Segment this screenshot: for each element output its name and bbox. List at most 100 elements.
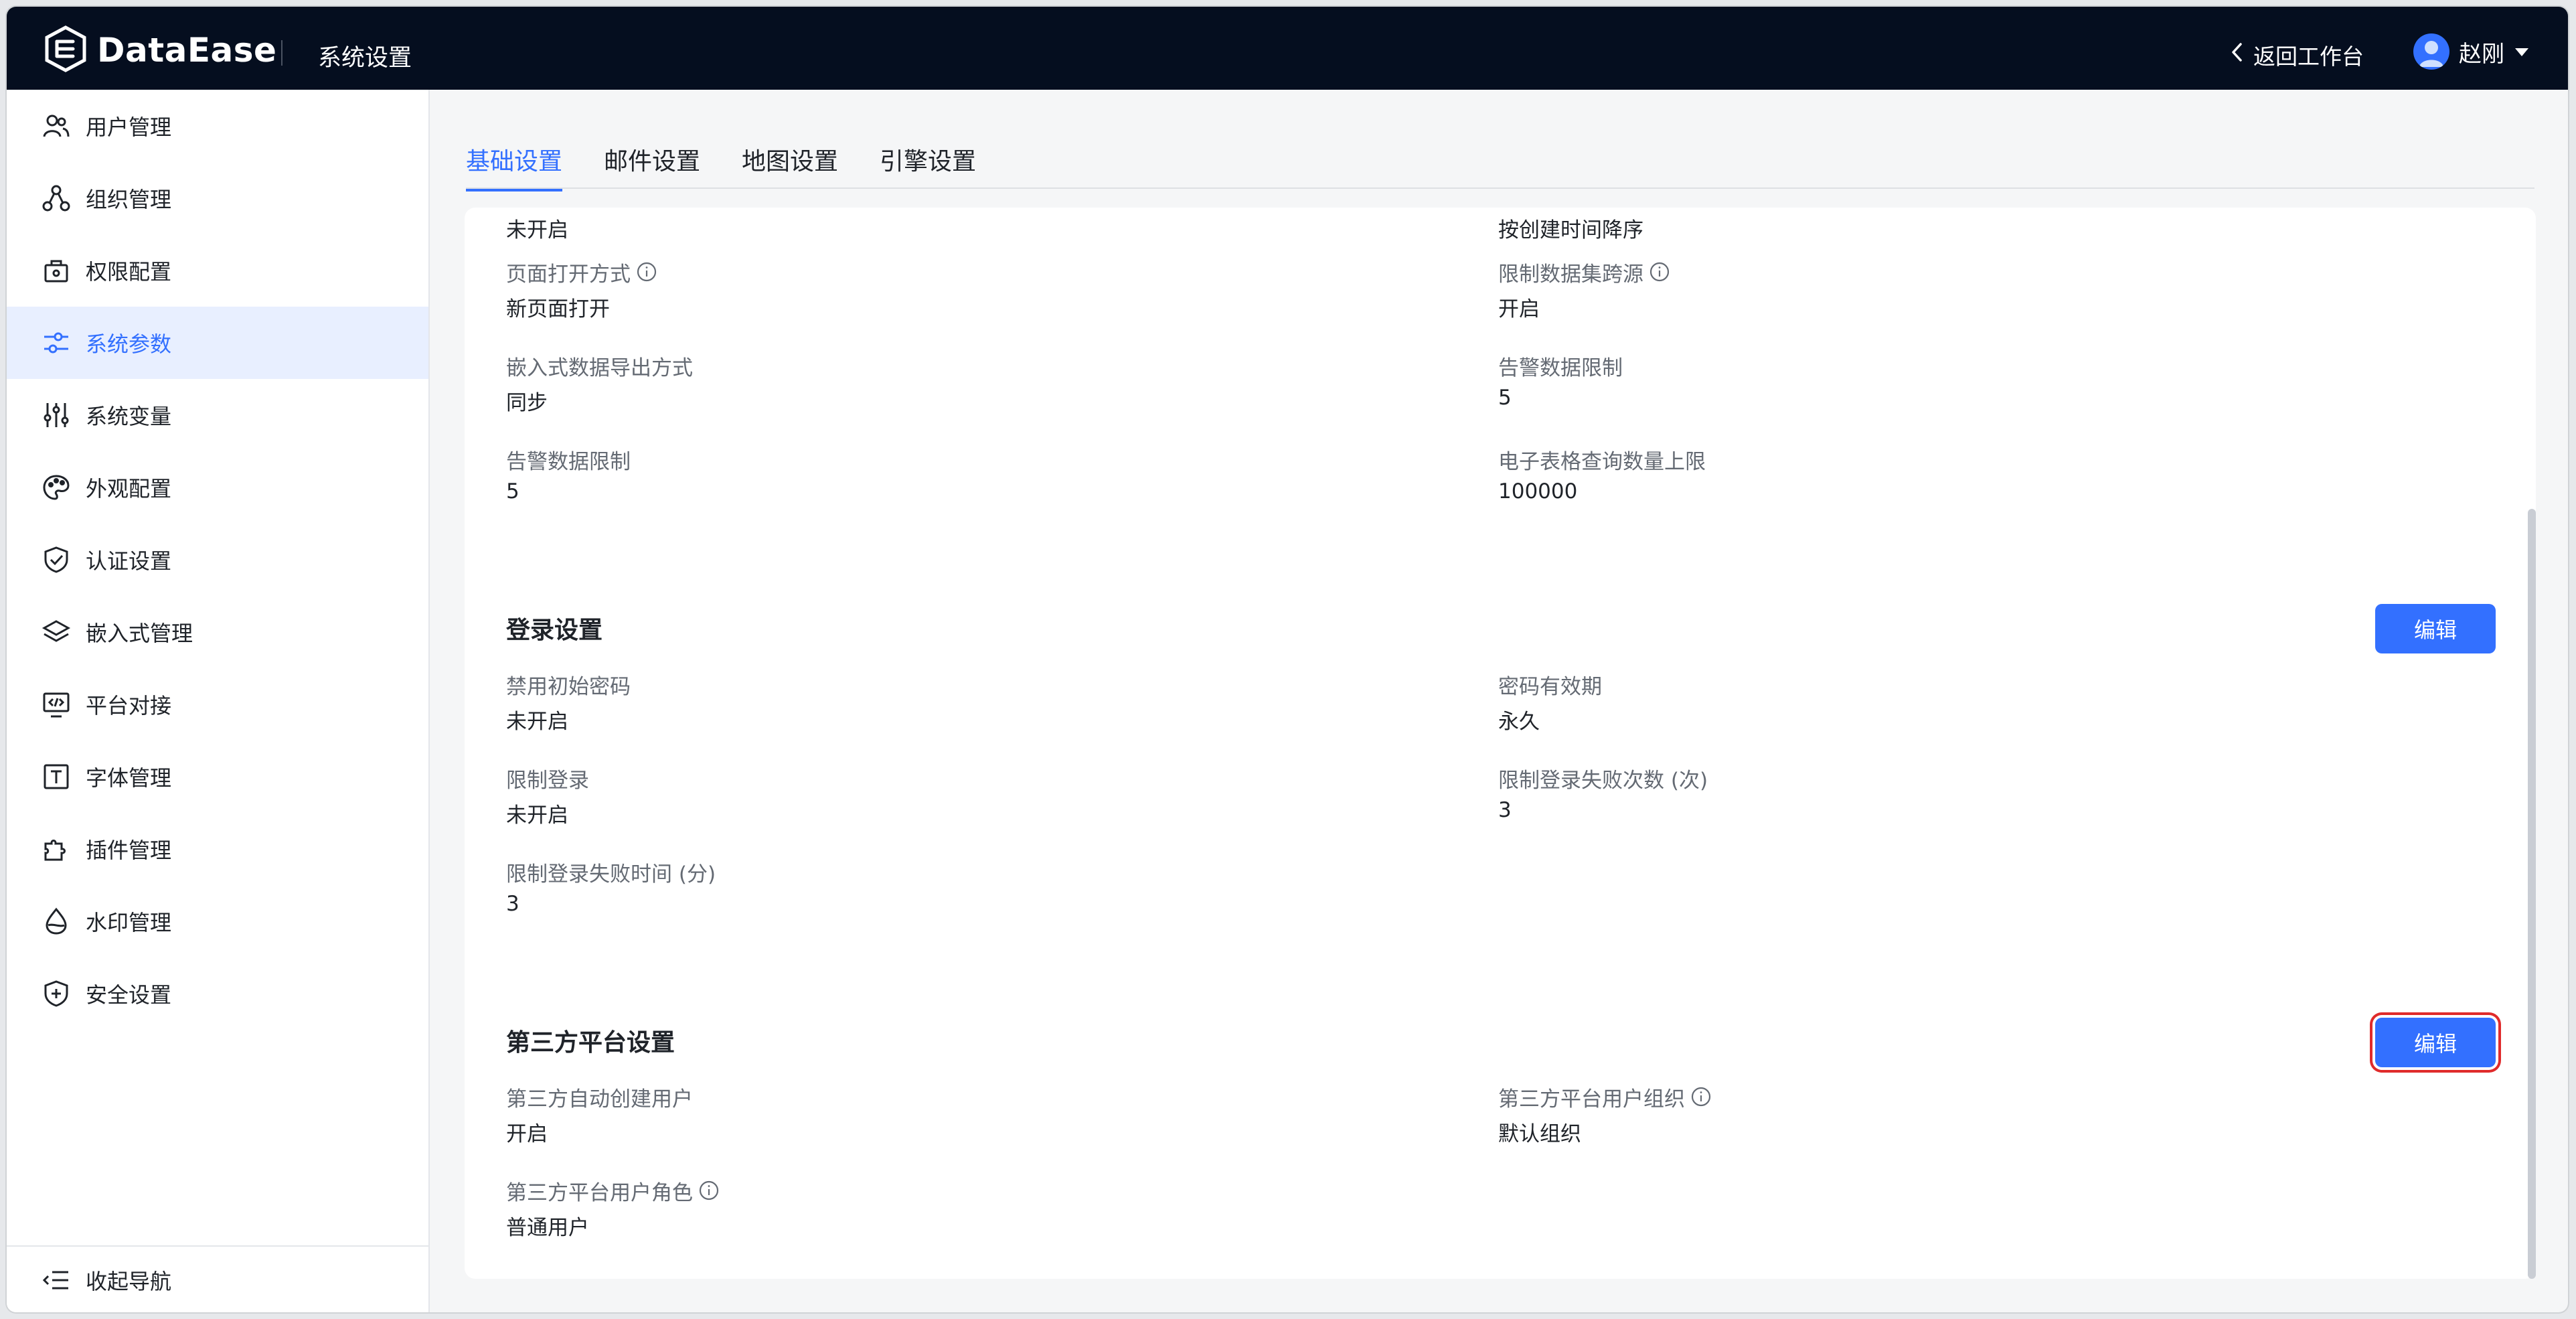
- sidebar-item-plugins[interactable]: 插件管理: [7, 813, 428, 885]
- info-icon[interactable]: [698, 1180, 720, 1201]
- tab-basic[interactable]: 基础设置: [466, 141, 563, 191]
- field-value: 3: [506, 892, 519, 916]
- field-limit-login: 限制登录 未开启: [506, 763, 589, 828]
- tabs-underline: [466, 187, 2534, 189]
- back-to-workbench-link[interactable]: 返回工作台: [2229, 39, 2364, 71]
- field-value: 5: [506, 479, 519, 503]
- sidebar-item-label: 水印管理: [86, 910, 172, 935]
- info-icon[interactable]: [636, 261, 657, 283]
- sidebar-item-permission[interactable]: 权限配置: [7, 234, 428, 307]
- collapse-nav-button[interactable]: 收起导航: [7, 1245, 428, 1312]
- sidebar-item-embedded[interactable]: 嵌入式管理: [7, 596, 428, 668]
- code-monitor-icon: [42, 690, 71, 719]
- user-name: 赵刚: [2459, 40, 2504, 68]
- sliders-icon: [42, 328, 71, 358]
- field-value: 未开启: [506, 710, 568, 734]
- sidebar-item-label: 外观配置: [86, 476, 172, 501]
- field-label: 禁用初始密码: [506, 674, 631, 699]
- sidebar-item-label: 认证设置: [86, 548, 172, 574]
- user-menu[interactable]: 赵刚: [2413, 33, 2530, 70]
- tab-map[interactable]: 地图设置: [742, 141, 838, 191]
- sidebar-item-watermark[interactable]: 水印管理: [7, 885, 428, 957]
- login-settings-title: 登录设置: [506, 617, 603, 644]
- brand-name: DataEase: [97, 31, 277, 70]
- field-label: 密码有效期: [1498, 674, 1602, 699]
- field-value: 同步: [506, 391, 548, 415]
- field-password-validity: 密码有效期 永久: [1498, 670, 1602, 734]
- field-value: 新页面打开: [506, 297, 610, 321]
- field-row0-right: 按创建时间降序: [1498, 208, 1643, 242]
- sidebar-item-label: 组织管理: [86, 187, 172, 212]
- sidebar-item-system-params[interactable]: 系统参数: [7, 307, 428, 379]
- tab-email[interactable]: 邮件设置: [604, 141, 700, 191]
- settings-card: 未开启 按创建时间降序 页面打开方式 新页面打开 限制数据集跨源 开启 嵌入式数…: [465, 208, 2536, 1279]
- collapse-menu-icon: [42, 1265, 71, 1295]
- permission-lock-icon: [42, 256, 71, 285]
- field-label: 页面打开方式: [506, 257, 657, 287]
- sidebar-item-auth[interactable]: 认证设置: [7, 524, 428, 596]
- sidebar-item-label: 权限配置: [86, 259, 172, 285]
- field-label: 嵌入式数据导出方式: [506, 356, 693, 380]
- third-party-edit-button[interactable]: 编辑: [2375, 1018, 2496, 1067]
- sidebar-item-label: 系统参数: [86, 331, 172, 357]
- sidebar-item-system-vars[interactable]: 系统变量: [7, 379, 428, 451]
- field-label: 第三方平台用户角色: [506, 1176, 720, 1205]
- field-label: 限制登录失败时间 (分): [506, 862, 716, 886]
- tab-engine[interactable]: 引擎设置: [880, 141, 976, 191]
- field-label: 限制登录: [506, 768, 589, 793]
- puzzle-icon: [42, 834, 71, 864]
- field-third-party-user-org: 第三方平台用户组织 默认组织: [1498, 1082, 1712, 1146]
- settings-tabs: 基础设置 邮件设置 地图设置 引擎设置: [466, 141, 976, 191]
- top-bar: DataEase 系统设置 返回工作台 赵刚: [7, 7, 2568, 90]
- sidebar-item-security[interactable]: 安全设置: [7, 957, 428, 1030]
- field-value: 5: [1498, 386, 1512, 410]
- sidebar-item-appearance[interactable]: 外观配置: [7, 451, 428, 524]
- users-icon: [42, 111, 71, 141]
- shield-plus-icon: [42, 979, 71, 1008]
- field-value: 开启: [1498, 297, 1540, 321]
- sidebar-item-label: 字体管理: [86, 765, 172, 791]
- field-label: 第三方自动创建用户: [506, 1087, 693, 1111]
- login-edit-button[interactable]: 编辑: [2375, 604, 2496, 653]
- field-label: 告警数据限制: [1498, 356, 1623, 380]
- sidebar-item-label: 平台对接: [86, 693, 172, 718]
- field-sheet-query-limit: 电子表格查询数量上限 100000: [1498, 445, 1706, 509]
- variables-icon: [42, 400, 71, 430]
- field-alert-limit-left: 告警数据限制 5: [506, 445, 631, 509]
- info-icon[interactable]: [1690, 1086, 1712, 1107]
- sidebar-item-fonts[interactable]: 字体管理: [7, 741, 428, 813]
- field-login-fail-count: 限制登录失败次数 (次) 3: [1498, 763, 1708, 828]
- sidebar-item-users[interactable]: 用户管理: [7, 90, 428, 162]
- field-value: 3: [1498, 798, 1512, 822]
- scrollbar-thumb[interactable]: [2528, 509, 2536, 1279]
- field-value: 100000: [1498, 479, 1578, 503]
- field-label: 告警数据限制: [506, 449, 631, 474]
- field-auto-create-user: 第三方自动创建用户 开启: [506, 1082, 693, 1147]
- back-to-workbench-label: 返回工作台: [2253, 44, 2364, 70]
- field-embed-export-mode: 嵌入式数据导出方式 同步: [506, 351, 693, 416]
- field-alert-limit-right: 告警数据限制 5: [1498, 351, 1623, 415]
- sidebar-item-label: 安全设置: [86, 982, 172, 1008]
- field-value: 默认组织: [1498, 1122, 1581, 1146]
- field-value: 按创建时间降序: [1498, 218, 1643, 242]
- field-label: 电子表格查询数量上限: [1498, 449, 1706, 474]
- brand-logo[interactable]: DataEase: [44, 25, 276, 75]
- caret-down-icon: [2514, 38, 2530, 65]
- info-icon[interactable]: [1649, 261, 1670, 283]
- field-value: 永久: [1498, 710, 1540, 734]
- palette-icon: [42, 473, 71, 502]
- sidebar-item-label: 插件管理: [86, 838, 172, 863]
- sidebar-item-platform[interactable]: 平台对接: [7, 668, 428, 741]
- drop-icon: [42, 907, 71, 936]
- sidebar-item-label: 系统变量: [86, 404, 172, 429]
- layers-icon: [42, 617, 71, 647]
- field-disable-initial-password: 禁用初始密码 未开启: [506, 670, 631, 734]
- field-value: 未开启: [506, 803, 568, 828]
- sidebar-item-label: 用户管理: [86, 114, 172, 140]
- chevron-left-icon: [2229, 42, 2244, 68]
- field-page-open-mode: 页面打开方式 新页面打开: [506, 257, 657, 321]
- app-title: 系统设置: [318, 45, 412, 72]
- sidebar-item-org[interactable]: 组织管理: [7, 162, 428, 234]
- field-third-party-user-role: 第三方平台用户角色 普通用户: [506, 1176, 720, 1240]
- field-value: 未开启: [506, 218, 568, 242]
